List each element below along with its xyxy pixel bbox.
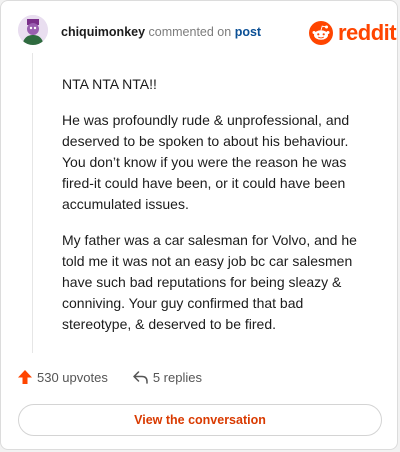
reply-count: 5 replies: [152, 369, 202, 385]
upvote-arrow-icon: [18, 370, 32, 384]
comment-header: chiquimonkey commented on post: [61, 25, 261, 39]
comment-body: NTA NTA NTA!! He was profoundly rude & u…: [62, 74, 362, 350]
comment-paragraph: He was profoundly rude & unprofessional,…: [62, 112, 350, 212]
action-text: commented on: [148, 25, 232, 39]
thread-line: [32, 53, 33, 353]
replies-button[interactable]: 5 replies: [132, 369, 202, 385]
reddit-logo[interactable]: reddit: [309, 20, 397, 45]
upvote-count: 530 upvotes: [37, 369, 108, 385]
reply-arrow-icon: [133, 371, 148, 384]
comment-paragraph: My father was a car salesman for Volvo, …: [62, 232, 357, 332]
reddit-snoo-icon: [309, 21, 333, 45]
username[interactable]: chiquimonkey: [61, 25, 145, 39]
user-avatar-icon: [18, 15, 48, 45]
view-conversation-button[interactable]: View the conversation: [18, 404, 382, 436]
reddit-wordmark: reddit: [338, 20, 397, 45]
comment-paragraph: NTA NTA NTA!!: [62, 76, 157, 92]
comment-actions: 530 upvotes 5 replies: [17, 369, 202, 385]
comment-card: chiquimonkey commented on post reddit NT…: [0, 0, 398, 450]
post-link[interactable]: post: [235, 25, 261, 39]
upvote-button[interactable]: 530 upvotes: [17, 369, 108, 385]
avatar[interactable]: [18, 15, 48, 45]
